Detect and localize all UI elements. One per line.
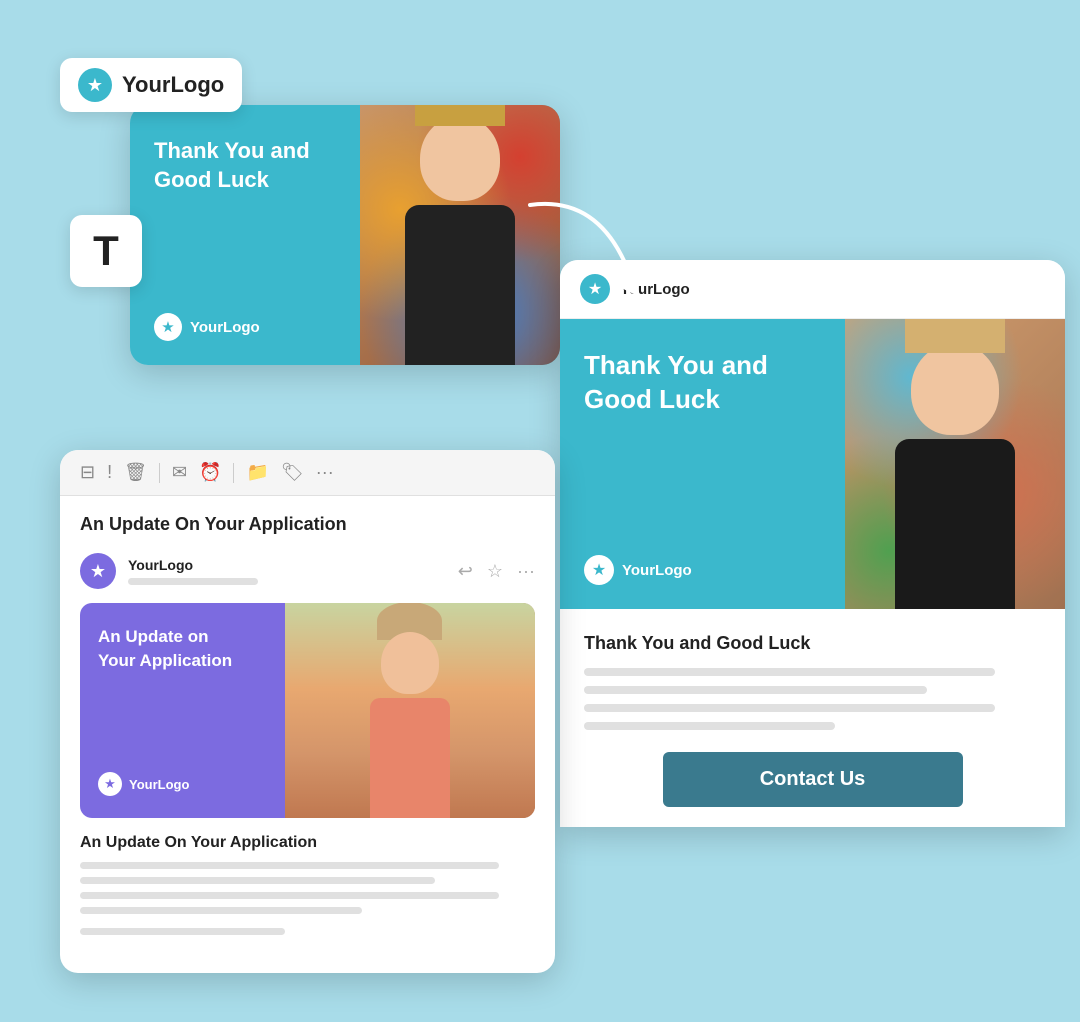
email-preview-card-top: Thank You and Good Luck ★ YourLogo <box>130 105 560 365</box>
trash-icon[interactable]: 🗑 <box>124 462 147 483</box>
contact-us-button[interactable]: Contact Us <box>663 752 963 807</box>
ev-text-line-3 <box>584 704 995 712</box>
ev-banner: Thank You andGood Luck ★ YourLogo <box>560 319 1065 609</box>
ev-banner-photo <box>845 319 1065 609</box>
ev-star-icon: ★ <box>584 555 614 585</box>
ec-mini-left: An Update onYour Application ★ YourLogo <box>80 603 285 818</box>
sender-name: YourLogo <box>128 557 446 573</box>
ec-content-title: An Update On Your Application <box>80 834 535 852</box>
archive-icon[interactable]: ⊟ <box>80 462 95 483</box>
ec-from-info: YourLogo <box>128 557 446 585</box>
ev-banner-left: Thank You andGood Luck ★ YourLogo <box>560 319 845 609</box>
ep-logo-label: YourLogo <box>190 319 260 336</box>
email-actions: ↩ ☆ ··· <box>458 561 535 582</box>
toolbar-divider-2 <box>233 463 234 483</box>
more-action-icon[interactable]: ··· <box>517 561 535 582</box>
ep-logo-row: ★ YourLogo <box>154 313 336 341</box>
ec-from-row: ★ YourLogo ↩ ☆ ··· <box>60 545 555 603</box>
star-action-icon[interactable]: ☆ <box>487 561 503 582</box>
logo-badge-top: ★ YourLogo <box>60 58 242 112</box>
ec-toolbar: ⊟ ! 🗑 ✉ ⏰ 📁 🏷 ··· <box>60 450 555 496</box>
ec-line-4 <box>80 907 362 914</box>
ec-mini-logo-row: ★ YourLogo <box>98 772 267 796</box>
ev-banner-title: Thank You andGood Luck <box>584 349 821 417</box>
ec-line-5 <box>80 928 285 935</box>
ev-btn-wrapper: Contact Us <box>584 752 1041 807</box>
ep-title: Thank You and Good Luck <box>154 137 336 194</box>
ev-text-line-4 <box>584 722 835 730</box>
email-viewer-panel: ★ YourLogo Thank You andGood Luck ★ Your… <box>560 260 1065 827</box>
tag-icon[interactable]: 🏷 <box>281 462 304 483</box>
ec-star-icon: ★ <box>98 772 122 796</box>
ec-line-2 <box>80 877 435 884</box>
logo-text: YourLogo <box>122 72 224 98</box>
ep-left-content: Thank You and Good Luck ★ YourLogo <box>130 105 360 365</box>
reply-icon[interactable]: ↩ <box>458 561 473 582</box>
mail-icon[interactable]: ✉ <box>172 462 187 483</box>
text-format-icon[interactable]: T <box>70 215 142 287</box>
ev-logo-label: YourLogo <box>622 562 692 579</box>
ev-content-title: Thank You and Good Luck <box>584 633 1041 654</box>
ec-content-below: An Update On Your Application <box>80 834 535 953</box>
ev-banner-logo-row: ★ YourLogo <box>584 555 821 585</box>
ec-email-body: An Update onYour Application ★ YourLogo <box>60 603 555 973</box>
email-subject: An Update On Your Application <box>60 496 555 545</box>
ec-mini-card: An Update onYour Application ★ YourLogo <box>80 603 535 818</box>
clock-icon[interactable]: ⏰ <box>199 462 221 483</box>
email-client-panel: ⊟ ! 🗑 ✉ ⏰ 📁 🏷 ··· An Update On Your Appl… <box>60 450 555 973</box>
ec-mini-title: An Update onYour Application <box>98 625 267 673</box>
sender-avatar: ★ <box>80 553 116 589</box>
sender-email-line <box>128 578 258 585</box>
ec-logo-label: YourLogo <box>129 777 189 792</box>
ev-text-line-1 <box>584 668 995 676</box>
ec-line-3 <box>80 892 499 899</box>
ev-content: Thank You and Good Luck Contact Us <box>560 609 1065 827</box>
alert-icon[interactable]: ! <box>107 462 112 483</box>
ev-text-line-2 <box>584 686 927 694</box>
more-icon[interactable]: ··· <box>316 462 334 483</box>
ep-star-icon: ★ <box>154 313 182 341</box>
arrow-decoration <box>520 185 660 315</box>
ec-mini-photo <box>285 603 535 818</box>
folder-icon[interactable]: 📁 <box>246 462 268 483</box>
ec-line-1 <box>80 862 499 869</box>
star-icon: ★ <box>78 68 112 102</box>
toolbar-divider-1 <box>159 463 160 483</box>
t-symbol: T <box>93 227 119 275</box>
